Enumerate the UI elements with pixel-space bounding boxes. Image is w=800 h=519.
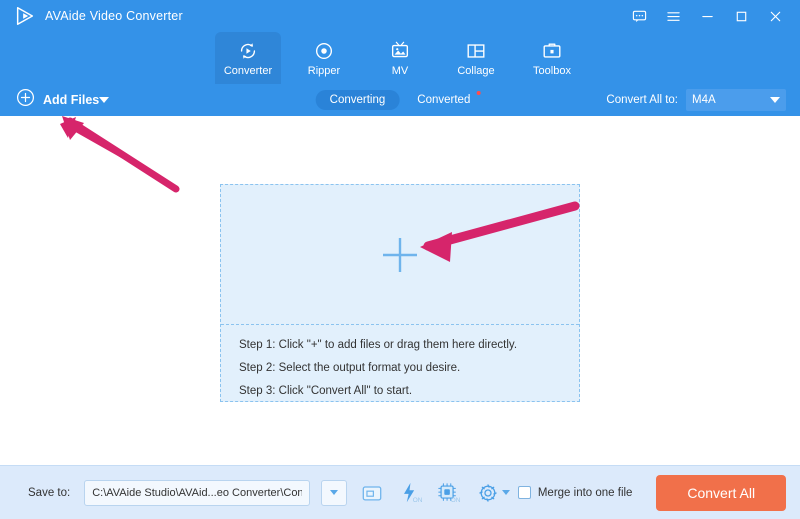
output-format-value: M4A <box>692 94 716 106</box>
open-folder-button[interactable] <box>359 480 385 506</box>
minimize-icon[interactable] <box>692 4 722 28</box>
step-2: Step 2: Select the output format you des… <box>239 362 461 374</box>
tab-mv[interactable]: MV <box>367 32 433 84</box>
converted-notification-badge <box>476 91 481 95</box>
disc-icon <box>313 40 335 62</box>
chat-bubble-icon[interactable] <box>624 4 654 28</box>
status-segmented-control: Converting Converted <box>315 90 485 110</box>
gpu-acceleration-button[interactable]: ON <box>435 480 461 506</box>
convert-all-to-group: Convert All to: M4A <box>606 89 786 111</box>
convert-all-to-label: Convert All to: <box>606 94 678 106</box>
save-to-label: Save to: <box>28 486 71 499</box>
play-triangle-logo-icon <box>14 5 36 27</box>
chevron-down-icon <box>330 490 339 495</box>
drop-zone-plus-area[interactable] <box>221 185 579 325</box>
maximize-icon[interactable] <box>726 4 756 28</box>
tab-ripper[interactable]: Ripper <box>291 32 357 84</box>
segment-converted-label: Converted <box>417 94 471 106</box>
tab-toolbox[interactable]: Toolbox <box>519 32 585 84</box>
main-canvas: Step 1: Click "+" to add files or drag t… <box>0 116 800 465</box>
app-title: AVAide Video Converter <box>45 9 183 23</box>
cpu-chip-icon: ON <box>438 482 460 504</box>
save-path-dropdown-button[interactable] <box>321 479 348 506</box>
step-1: Step 1: Click "+" to add files or drag t… <box>239 339 518 351</box>
segment-converting-label: Converting <box>329 94 386 106</box>
collage-grid-icon <box>465 40 487 62</box>
tab-converter-label: Converter <box>223 64 273 77</box>
convert-all-button[interactable]: Convert All <box>656 474 786 511</box>
tab-collage[interactable]: Collage <box>443 32 509 84</box>
tab-ripper-label: Ripper <box>307 64 341 77</box>
add-files-dropdown-caret-icon[interactable] <box>99 97 110 103</box>
action-toolbar: Add Files Converting Converted Convert A… <box>0 84 800 116</box>
toolbox-briefcase-icon <box>541 40 563 62</box>
tab-mv-label: MV <box>391 64 409 77</box>
segment-converted[interactable]: Converted <box>403 90 484 110</box>
svg-text:ON: ON <box>451 497 460 504</box>
add-files-label: Add Files <box>43 93 100 107</box>
hamburger-menu-icon[interactable] <box>658 4 688 28</box>
main-nav-tabs: Converter Ripper MV Collage Toolbox <box>0 32 800 84</box>
chevron-down-icon <box>770 97 780 103</box>
merge-label: Merge into one file <box>537 486 633 499</box>
title-bar: AVAide Video Converter <box>0 0 800 32</box>
save-path-field[interactable]: C:\AVAide Studio\AVAid...eo Converter\Co… <box>84 479 311 506</box>
hardware-acceleration-button[interactable]: ON <box>397 480 423 506</box>
tab-toolbox-label: Toolbox <box>533 64 571 77</box>
step-3: Step 3: Click "Convert All" to start. <box>239 385 413 397</box>
mv-image-icon <box>389 40 411 62</box>
settings-button[interactable] <box>477 482 510 504</box>
merge-into-one-file-toggle[interactable]: Merge into one file <box>517 486 633 499</box>
segment-converting[interactable]: Converting <box>315 90 400 110</box>
gear-icon <box>479 483 497 502</box>
plus-icon[interactable] <box>377 232 423 278</box>
window-controls <box>624 4 790 28</box>
tab-converter[interactable]: Converter <box>215 32 281 84</box>
converter-icon <box>237 40 259 62</box>
close-icon[interactable] <box>760 4 790 28</box>
merge-checkbox[interactable] <box>517 486 531 499</box>
app-header: AVAide Video Converter Converter Ripper … <box>0 0 800 116</box>
app-window: AVAide Video Converter Converter Ripper … <box>0 0 800 519</box>
arrow-to-add-files <box>60 116 180 193</box>
add-files-button[interactable]: Add Files <box>16 88 99 112</box>
file-drop-zone[interactable]: Step 1: Click "+" to add files or drag t… <box>220 184 580 402</box>
brand: AVAide Video Converter <box>14 5 183 27</box>
lightning-bolt-icon: ON <box>403 482 422 504</box>
circle-plus-icon <box>16 88 35 112</box>
bottom-bar: Save to: C:\AVAide Studio\AVAid...eo Con… <box>0 465 800 519</box>
save-path-value: C:\AVAide Studio\AVAid...eo Converter\Co… <box>92 486 303 499</box>
folder-open-icon <box>362 485 382 501</box>
settings-dropdown-caret-icon[interactable] <box>501 490 510 495</box>
output-format-select[interactable]: M4A <box>686 89 786 111</box>
drop-zone-instructions: Step 1: Click "+" to add files or drag t… <box>221 325 579 401</box>
svg-text:ON: ON <box>413 497 422 504</box>
tab-collage-label: Collage <box>457 64 495 77</box>
